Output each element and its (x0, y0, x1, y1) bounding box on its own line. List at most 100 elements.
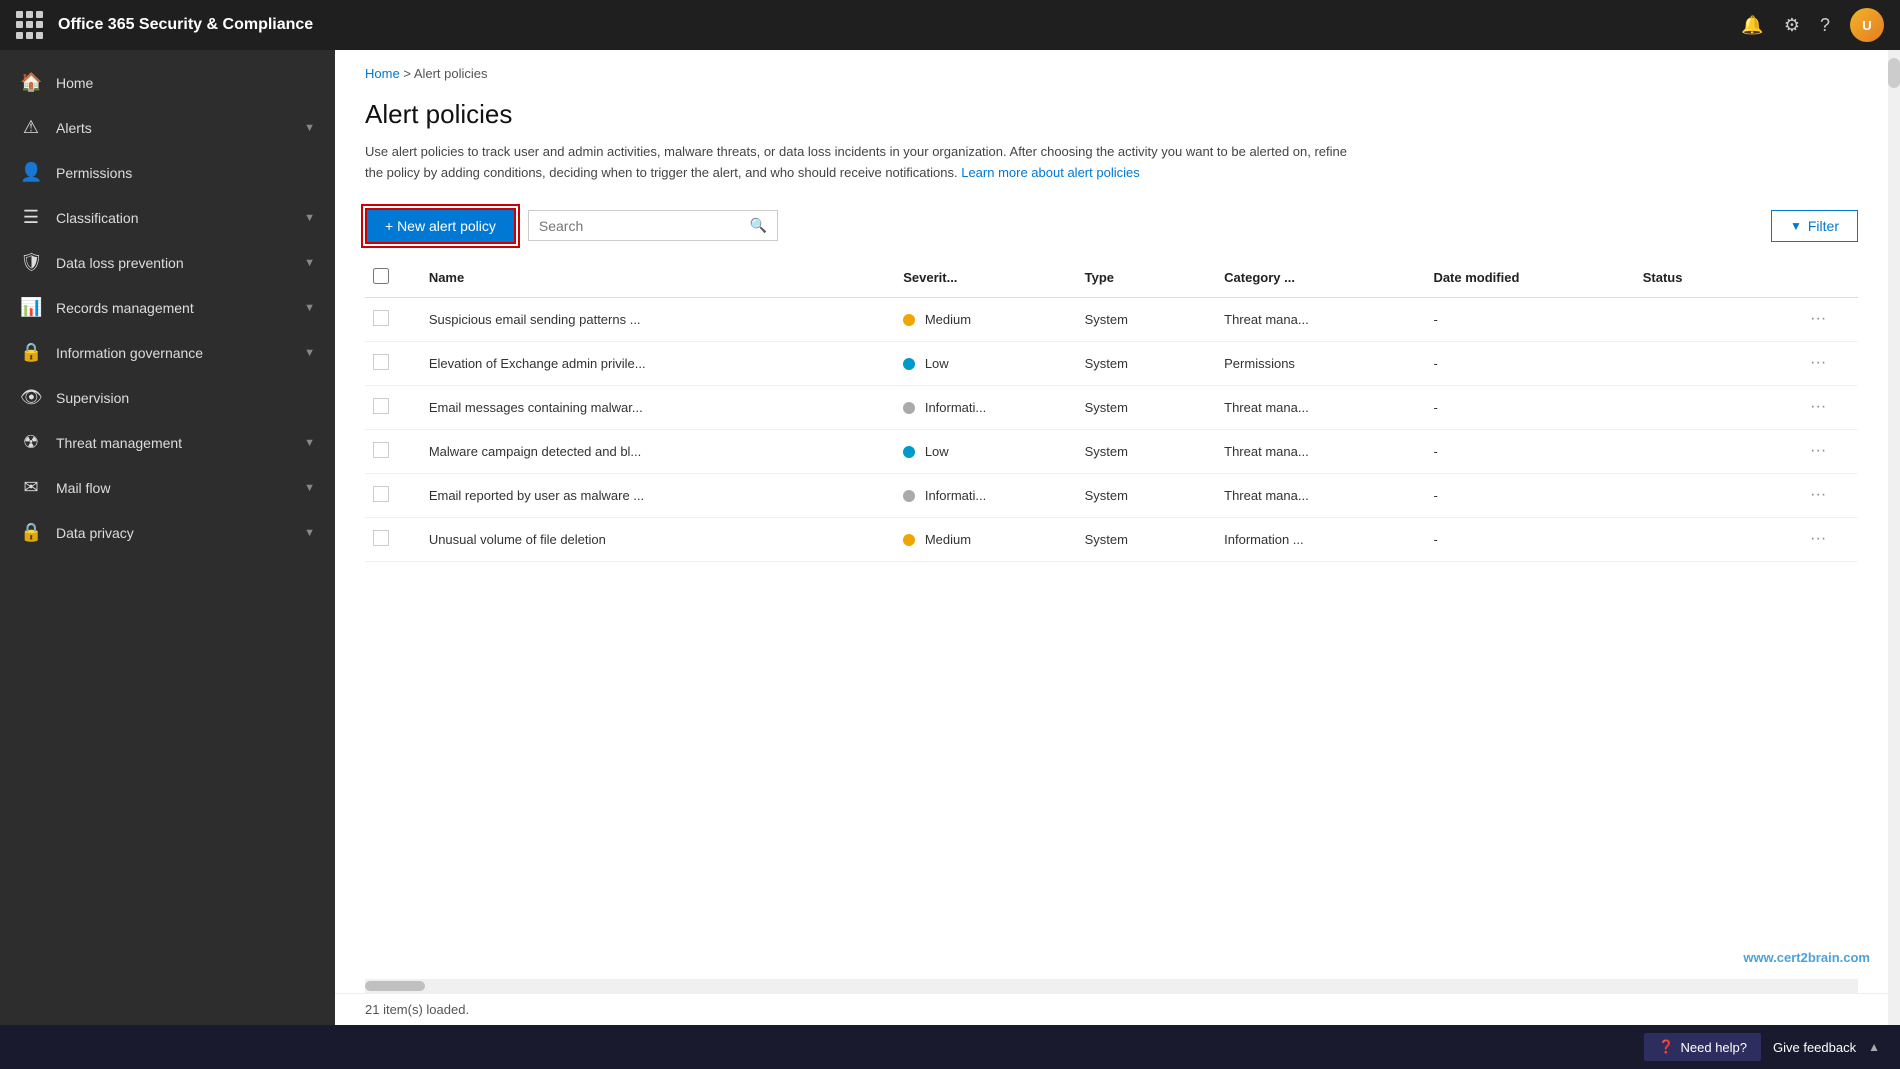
table-row[interactable]: Email reported by user as malware ... In… (365, 473, 1858, 517)
mail-flow-icon: ✉ (20, 477, 42, 498)
select-all-checkbox[interactable] (373, 268, 389, 284)
main-scrollbar-thumb[interactable] (1888, 58, 1900, 88)
learn-more-link[interactable]: Learn more about alert policies (961, 165, 1140, 180)
col-header-type[interactable]: Type (1077, 258, 1217, 298)
home-icon: 🏠 (20, 72, 42, 93)
col-header-date[interactable]: Date modified (1425, 258, 1634, 298)
table-row[interactable]: Suspicious email sending patterns ... Me… (365, 297, 1858, 341)
severity-dot-icon (903, 446, 915, 458)
row-name-0: Suspicious email sending patterns ... (421, 297, 895, 341)
sidebar-item-info-governance[interactable]: 🔒 Information governance ▼ (0, 330, 335, 375)
sidebar-item-records[interactable]: 📊 Records management ▼ (0, 285, 335, 330)
severity-dot-icon (903, 314, 915, 326)
table-row[interactable]: Unusual volume of file deletion Medium S… (365, 517, 1858, 561)
row-severity-5: Medium (895, 517, 1076, 561)
row-more-button-3[interactable]: ··· (1810, 442, 1826, 459)
col-header-category[interactable]: Category ... (1216, 258, 1425, 298)
sidebar-label-permissions: Permissions (56, 165, 315, 181)
status-bar: 21 item(s) loaded. (335, 993, 1888, 1025)
table-row[interactable]: Elevation of Exchange admin privile... L… (365, 341, 1858, 385)
permissions-icon: 👤 (20, 162, 42, 183)
gear-icon[interactable]: ⚙ (1784, 15, 1800, 36)
col-header-name: Name (421, 258, 895, 298)
col-header-severity[interactable]: Severit... (895, 258, 1076, 298)
row-more-button-4[interactable]: ··· (1810, 486, 1826, 503)
main-scrollbar[interactable] (1888, 50, 1900, 1025)
chevron-up-icon[interactable]: ▲ (1868, 1040, 1880, 1054)
help-circle-icon: ❓ (1658, 1039, 1674, 1055)
need-help-button[interactable]: ❓ Need help? (1644, 1033, 1761, 1061)
table-row[interactable]: Email messages containing malwar... Info… (365, 385, 1858, 429)
sidebar-item-data-loss[interactable]: 🛡 Data loss prevention ▼ (0, 240, 335, 285)
sidebar-label-data-privacy: Data privacy (56, 525, 290, 541)
col-header-status[interactable]: Status (1635, 258, 1802, 298)
sidebar-item-permissions[interactable]: 👤 Permissions (0, 150, 335, 195)
severity-dot-icon (903, 358, 915, 370)
row-type-2: System (1077, 385, 1217, 429)
sidebar-wrapper: 🏠 Home ⚠ Alerts ▼ 👤 Permissions ☰ Classi… (0, 50, 335, 1025)
table-row[interactable]: Malware campaign detected and bl... Low … (365, 429, 1858, 473)
sidebar-item-classification[interactable]: ☰ Classification ▼ (0, 195, 335, 240)
sidebar-label-supervision: Supervision (56, 390, 315, 406)
avatar[interactable]: U (1850, 8, 1884, 42)
alert-policies-table: Name Severit... Type Category ... Date m… (365, 258, 1858, 562)
sidebar-label-home: Home (56, 75, 315, 91)
main-content: Home > Alert policies Alert policies Use… (335, 50, 1888, 1025)
row-more-button-1[interactable]: ··· (1810, 354, 1826, 371)
breadcrumb-current: Alert policies (414, 66, 488, 81)
waffle-menu[interactable] (16, 11, 44, 39)
search-box: 🔍 (528, 210, 778, 241)
row-type-3: System (1077, 429, 1217, 473)
row-more-button-5[interactable]: ··· (1810, 530, 1826, 547)
row-status-2 (1635, 385, 1802, 429)
sidebar-item-supervision[interactable]: 👁 Supervision (0, 375, 335, 420)
page-header: Alert policies Use alert policies to tra… (335, 81, 1888, 194)
row-checkbox-4[interactable] (373, 486, 389, 502)
sidebar-label-data-loss: Data loss prevention (56, 255, 290, 271)
row-status-0 (1635, 297, 1802, 341)
row-checkbox-1[interactable] (373, 354, 389, 370)
filter-button[interactable]: ▼ Filter (1771, 210, 1858, 242)
sidebar-label-records: Records management (56, 300, 290, 316)
topbar: Office 365 Security & Compliance 🔔 ⚙ ? U (0, 0, 1900, 50)
sidebar-label-classification: Classification (56, 210, 290, 226)
sidebar-item-data-privacy[interactable]: 🔒 Data privacy ▼ (0, 510, 335, 555)
new-alert-policy-button[interactable]: + New alert policy (365, 208, 516, 244)
row-checkbox-3[interactable] (373, 442, 389, 458)
row-more-button-0[interactable]: ··· (1810, 310, 1826, 327)
row-severity-3: Low (895, 429, 1076, 473)
chevron-down-icon: ▼ (304, 257, 315, 269)
row-checkbox-2[interactable] (373, 398, 389, 414)
row-status-5 (1635, 517, 1802, 561)
row-status-1 (1635, 341, 1802, 385)
topbar-actions: 🔔 ⚙ ? U (1741, 8, 1884, 42)
row-category-5: Information ... (1216, 517, 1425, 561)
sidebar-item-mail-flow[interactable]: ✉ Mail flow ▼ (0, 465, 335, 510)
give-feedback-button[interactable]: Give feedback (1773, 1040, 1856, 1055)
row-name-3: Malware campaign detected and bl... (421, 429, 895, 473)
help-icon[interactable]: ? (1820, 15, 1830, 36)
chevron-down-icon: ▼ (304, 302, 315, 314)
row-date-5: - (1425, 517, 1634, 561)
page-title: Alert policies (365, 99, 1858, 130)
sidebar-item-alerts[interactable]: ⚠ Alerts ▼ (0, 105, 335, 150)
search-input[interactable] (539, 218, 750, 234)
row-date-1: - (1425, 341, 1634, 385)
horizontal-scrollbar[interactable] (365, 979, 1858, 993)
row-more-button-2[interactable]: ··· (1810, 398, 1826, 415)
table-container: Name Severit... Type Category ... Date m… (335, 258, 1888, 979)
bell-icon[interactable]: 🔔 (1741, 15, 1763, 36)
row-type-4: System (1077, 473, 1217, 517)
breadcrumb-home[interactable]: Home (365, 66, 400, 81)
sidebar-item-threat-management[interactable]: ☢ Threat management ▼ (0, 420, 335, 465)
chevron-down-icon: ▼ (304, 122, 315, 134)
row-checkbox-5[interactable] (373, 530, 389, 546)
horizontal-scrollbar-thumb[interactable] (365, 981, 425, 991)
row-checkbox-0[interactable] (373, 310, 389, 326)
row-category-0: Threat mana... (1216, 297, 1425, 341)
severity-dot-icon (903, 534, 915, 546)
classification-icon: ☰ (20, 207, 42, 228)
sidebar-item-home[interactable]: 🏠 Home (0, 60, 335, 105)
filter-icon: ▼ (1790, 219, 1802, 233)
breadcrumb: Home > Alert policies (335, 50, 1888, 81)
